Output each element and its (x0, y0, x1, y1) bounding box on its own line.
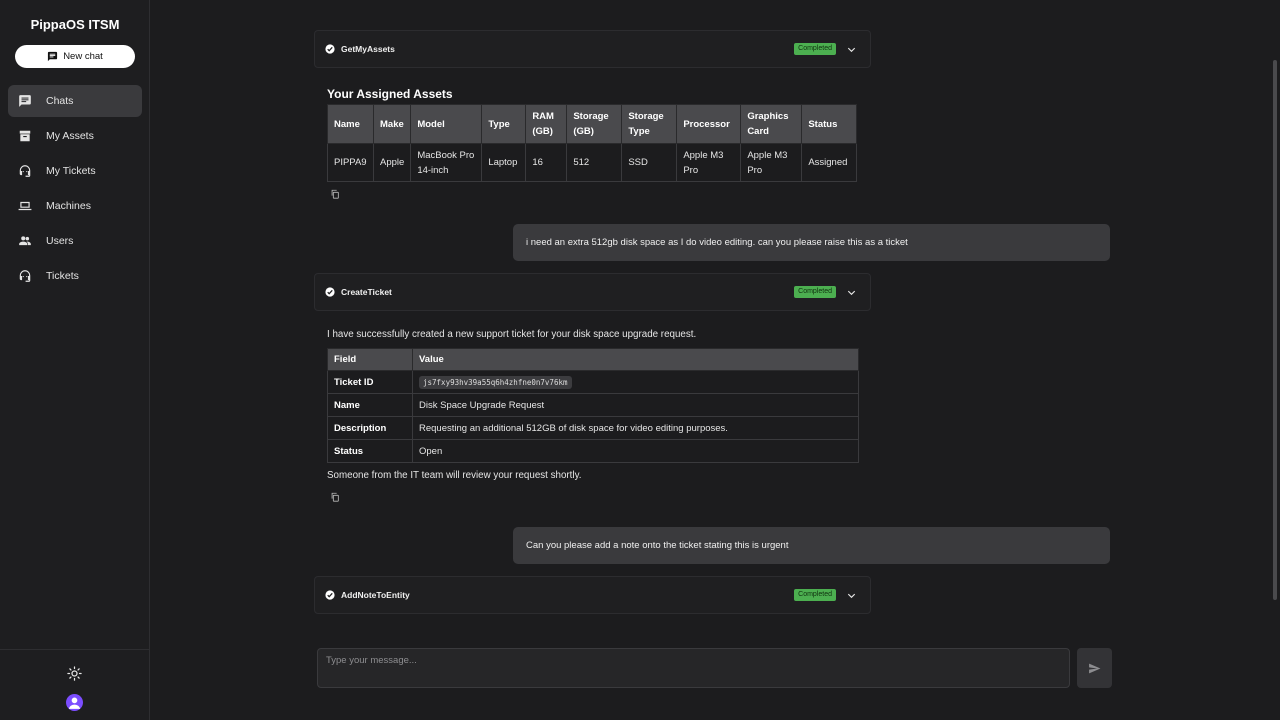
status-badge: Completed (794, 589, 836, 601)
message-text: Can you please add a note onto the ticke… (526, 540, 789, 551)
chevron-down-icon[interactable] (846, 287, 857, 298)
table-header-row: Field Value (327, 348, 859, 371)
sidebar-item-label: My Tickets (46, 165, 96, 177)
table-row: Status Open (327, 439, 859, 463)
sidebar-item-chats[interactable]: Chats (8, 85, 142, 117)
column-header: Name (327, 104, 374, 144)
table-cell: Apple M3 Pro (676, 143, 742, 182)
user-message: i need an extra 512gb disk space as I do… (513, 224, 1110, 261)
table-cell: Laptop (481, 143, 527, 182)
column-header: Model (410, 104, 483, 144)
tool-call-name: GetMyAssets (341, 44, 395, 54)
tool-call-card[interactable]: CreateTicket Completed (314, 273, 871, 311)
column-header: Storage (GB) (566, 104, 623, 144)
field-label: Name (327, 393, 413, 417)
column-header: Value (412, 348, 859, 371)
status-badge: Completed (794, 43, 836, 55)
tool-call-name: AddNoteToEntity (341, 590, 410, 600)
new-chat-label: New chat (63, 51, 103, 62)
table-row: Ticket ID js7fxy93hv39a55q6h4zhfne0n7v76… (327, 370, 859, 394)
field-value: js7fxy93hv39a55q6h4zhfne0n7v76km (412, 370, 859, 394)
field-label: Ticket ID (327, 370, 413, 394)
user-avatar-icon[interactable] (66, 694, 83, 711)
user-message: Can you please add a note onto the ticke… (513, 527, 1110, 564)
field-value: Requesting an additional 512GB of disk s… (412, 416, 859, 440)
column-header: Graphics Card (740, 104, 803, 144)
column-header: Status (801, 104, 858, 144)
send-icon (1089, 663, 1101, 673)
people-icon (19, 236, 31, 246)
laptop-icon (18, 201, 32, 211)
sidebar-item-tickets[interactable]: Tickets (8, 260, 142, 292)
message-text: i need an extra 512gb disk space as I do… (526, 237, 908, 248)
status-badge: Completed (794, 286, 836, 298)
column-header: Storage Type (621, 104, 678, 144)
chat-icon (19, 95, 31, 107)
send-button[interactable] (1077, 648, 1112, 688)
support-agent-icon (19, 270, 31, 282)
sidebar-item-my-tickets[interactable]: My Tickets (8, 155, 142, 187)
tool-call-card[interactable]: GetMyAssets Completed (314, 30, 871, 68)
table-cell: 512 (566, 143, 623, 182)
column-header: Make (372, 104, 412, 144)
table-cell: Apple M3 Pro (740, 143, 803, 182)
sidebar-item-label: Machines (46, 200, 91, 212)
sidebar-item-users[interactable]: Users (8, 225, 142, 257)
column-header: Processor (676, 104, 742, 144)
assistant-text: Someone from the IT team will review you… (327, 470, 582, 481)
tool-call-card[interactable]: AddNoteToEntity Completed (314, 576, 871, 614)
check-circle-icon (325, 44, 335, 54)
table-cell: PIPPA9 (327, 143, 374, 182)
table-header-row: Name Make Model Type RAM (GB) Storage (G… (327, 104, 858, 144)
archive-icon (19, 130, 31, 142)
copy-icon[interactable] (330, 189, 340, 199)
ticket-table: Field Value Ticket ID js7fxy93hv39a55q6h… (327, 348, 859, 463)
assistant-text: I have successfully created a new suppor… (327, 329, 697, 340)
table-cell: 16 (525, 143, 568, 182)
assets-table: Name Make Model Type RAM (GB) Storage (G… (327, 104, 858, 182)
chevron-down-icon[interactable] (846, 590, 857, 601)
table-cell: Apple (372, 143, 412, 182)
sidebar-footer (0, 649, 150, 720)
chat-scrollbar[interactable] (1273, 60, 1277, 600)
field-label: Status (327, 439, 413, 463)
field-value: Open (412, 439, 859, 463)
column-header: RAM (GB) (525, 104, 568, 144)
table-cell: MacBook Pro 14-inch (410, 143, 483, 182)
assets-title: Your Assigned Assets (327, 87, 453, 101)
sidebar-item-label: Users (46, 235, 74, 247)
table-cell: SSD (621, 143, 678, 182)
ticket-id-code: js7fxy93hv39a55q6h4zhfne0n7v76km (419, 375, 572, 389)
table-cell: Assigned (801, 143, 858, 182)
message-input-placeholder: Type your message... (326, 655, 417, 666)
check-circle-icon (325, 590, 335, 600)
field-value: Disk Space Upgrade Request (412, 393, 859, 417)
app-title: PippaOS ITSM (30, 17, 120, 32)
chevron-down-icon[interactable] (846, 44, 857, 55)
column-header: Type (481, 104, 527, 144)
sidebar-nav: Chats My Assets My Tickets Machines User… (8, 85, 142, 295)
sun-icon[interactable] (67, 666, 82, 681)
tool-call-name: CreateTicket (341, 287, 392, 297)
table-row: Description Requesting an additional 512… (327, 416, 859, 440)
support-agent-icon (19, 165, 31, 177)
app-window: PippaOS ITSM New chat Chats My Assets My… (0, 0, 1280, 720)
table-row: Name Disk Space Upgrade Request (327, 393, 859, 417)
sidebar-item-machines[interactable]: Machines (8, 190, 142, 222)
sidebar-item-label: Chats (46, 95, 74, 107)
table-row: PIPPA9 Apple MacBook Pro 14-inch Laptop … (327, 143, 858, 182)
message-input[interactable]: Type your message... (317, 648, 1070, 688)
chat-bubble-icon (48, 51, 58, 62)
sidebar: PippaOS ITSM New chat Chats My Assets My… (0, 0, 150, 720)
column-header: Field (327, 348, 413, 371)
field-label: Description (327, 416, 413, 440)
new-chat-button[interactable]: New chat (15, 45, 135, 68)
check-circle-icon (325, 287, 335, 297)
sidebar-item-label: Tickets (46, 270, 79, 282)
sidebar-item-my-assets[interactable]: My Assets (8, 120, 142, 152)
copy-icon[interactable] (330, 492, 340, 502)
sidebar-item-label: My Assets (46, 130, 94, 142)
